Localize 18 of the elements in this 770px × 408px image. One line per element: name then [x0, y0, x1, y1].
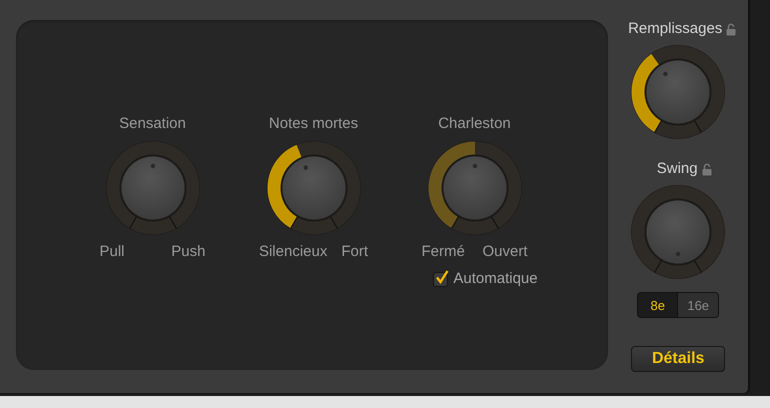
range-label: Silencieux	[258, 243, 328, 261]
knob-title: Charleston	[438, 115, 511, 133]
range-label: Fort	[341, 243, 368, 261]
knob-title: Remplissages	[628, 20, 722, 38]
checkbox[interactable]: Automatique	[433, 270, 538, 288]
knob-title: Sensation	[119, 115, 186, 133]
knob-title: Swing	[656, 160, 698, 178]
open-lock-icon[interactable]	[702, 162, 712, 176]
range-label: Push	[171, 243, 206, 261]
segment-button[interactable]: 16e	[678, 293, 718, 317]
knob-title: Notes mortes	[268, 115, 358, 133]
checkmark-icon	[435, 270, 450, 284]
range-label: Pull	[100, 243, 125, 261]
segment-button[interactable]: 8e	[638, 293, 678, 317]
details-button[interactable]: Détails	[631, 346, 726, 372]
range-label: Fermé	[422, 243, 465, 261]
open-lock-icon[interactable]	[726, 22, 736, 36]
range-label: Ouvert	[482, 243, 528, 261]
